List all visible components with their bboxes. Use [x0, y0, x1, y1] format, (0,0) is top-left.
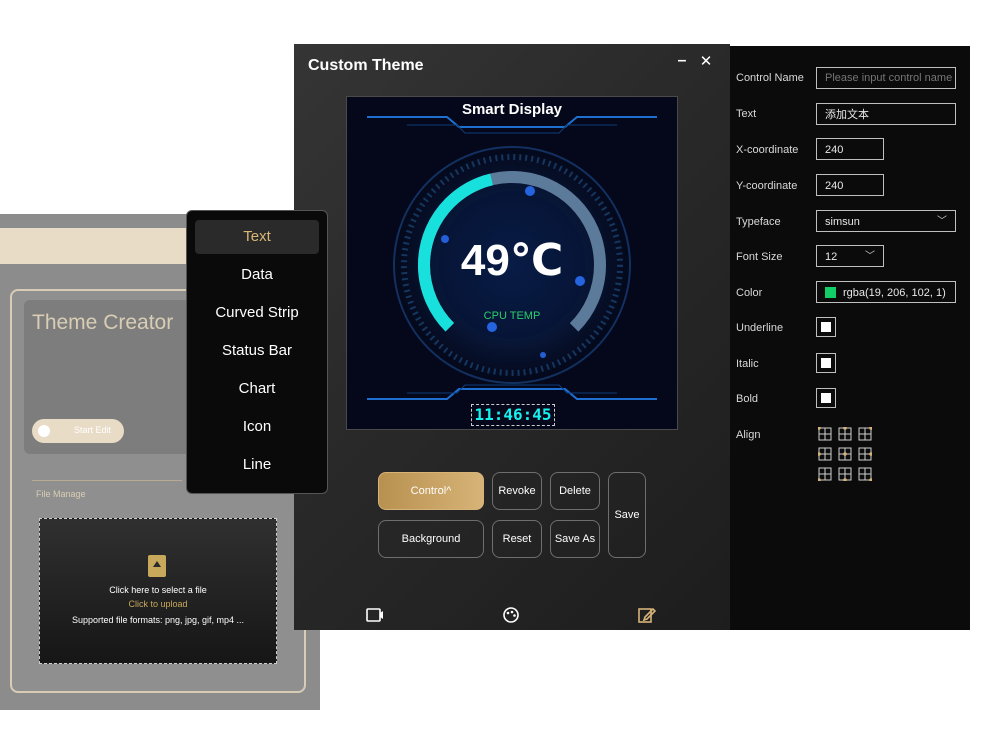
clock-text-control[interactable]: 11:46:45: [471, 404, 555, 426]
dropzone-select-text: Click here to select a file: [109, 585, 207, 595]
video-icon[interactable]: [366, 607, 384, 623]
smart-display-preview[interactable]: Smart Display 49℃ CPU TEMP 11:46:45: [346, 96, 678, 430]
menu-item-curved-strip[interactable]: Curved Strip: [195, 296, 319, 330]
italic-label: Italic: [736, 358, 759, 370]
file-dropzone[interactable]: Click here to select a file Click to upl…: [39, 518, 277, 664]
x-coordinate-label: X-coordinate: [736, 144, 799, 156]
control-name-input[interactable]: [816, 67, 956, 89]
color-label: Color: [736, 287, 763, 299]
properties-panel: Control Name Text 添加文本 X-coordinate 240 …: [730, 46, 970, 630]
close-button[interactable]: ✕: [698, 54, 714, 70]
minimize-button[interactable]: –: [674, 53, 690, 70]
delete-button[interactable]: Delete: [550, 472, 600, 510]
menu-item-icon[interactable]: Icon: [195, 410, 319, 444]
align-bottom-left-icon[interactable]: [818, 467, 832, 481]
temperature-readout[interactable]: 49℃: [447, 235, 577, 286]
cpu-temp-label[interactable]: CPU TEMP: [447, 310, 577, 322]
italic-checkbox[interactable]: [816, 353, 836, 373]
underline-checkbox[interactable]: [816, 317, 836, 337]
typeface-value: simsun: [825, 216, 860, 228]
align-label: Align: [736, 429, 761, 441]
align-middle-right-icon[interactable]: [858, 447, 872, 461]
control-name-label: Control Name: [736, 72, 804, 84]
y-coordinate-label: Y-coordinate: [736, 180, 798, 192]
control-button[interactable]: Control^: [378, 472, 484, 510]
file-manage-label: File Manage: [36, 489, 86, 499]
text-input[interactable]: 添加文本: [816, 103, 956, 125]
save-as-button[interactable]: Save As: [550, 520, 600, 558]
typeface-label: Typeface: [736, 216, 781, 228]
custom-theme-window: Custom Theme – ✕ Smart Display 49℃ CPU T…: [294, 44, 730, 630]
reset-button[interactable]: Reset: [492, 520, 542, 558]
control-type-menu: Text Data Curved Strip Status Bar Chart …: [186, 210, 328, 494]
align-bottom-center-icon[interactable]: [838, 467, 852, 481]
menu-item-status-bar[interactable]: Status Bar: [195, 334, 319, 368]
font-size-value: 12: [825, 251, 838, 263]
color-picker[interactable]: rgba(19, 206, 102, 1): [816, 281, 956, 303]
window-title: Custom Theme: [308, 57, 424, 74]
typeface-select[interactable]: simsun ﹀: [816, 210, 956, 232]
text-label: Text: [736, 108, 757, 120]
toggle-knob: [38, 425, 50, 437]
underline-label: Underline: [736, 322, 784, 334]
y-coordinate-input[interactable]: 240: [816, 174, 884, 196]
bold-checkbox[interactable]: [816, 388, 836, 408]
upload-file-icon: [148, 555, 166, 577]
color-swatch: [825, 287, 836, 298]
section-divider: [32, 480, 182, 481]
revoke-button[interactable]: Revoke: [492, 472, 542, 510]
dropzone-formats-text: Supported file formats: png, jpg, gif, m…: [71, 615, 245, 625]
edit-icon[interactable]: [638, 607, 656, 623]
align-middle-left-icon[interactable]: [818, 447, 832, 461]
align-top-left-icon[interactable]: [818, 427, 832, 441]
x-coordinate-input[interactable]: 240: [816, 138, 884, 160]
save-button[interactable]: Save: [608, 472, 646, 558]
menu-item-chart[interactable]: Chart: [195, 372, 319, 406]
control-button-label: Control: [410, 485, 447, 497]
background-button[interactable]: Background: [378, 520, 484, 558]
font-size-label: Font Size: [736, 251, 783, 263]
start-edit-label: Start Edit: [74, 425, 112, 435]
menu-item-line[interactable]: Line: [195, 448, 319, 482]
chevron-down-icon: ﹀: [865, 251, 875, 262]
menu-item-text[interactable]: Text: [195, 220, 319, 254]
display-title: Smart Display: [461, 101, 563, 118]
dropzone-upload-link[interactable]: Click to upload: [40, 599, 276, 609]
chevron-down-icon: ﹀: [937, 216, 947, 227]
bold-label: Bold: [736, 393, 759, 405]
start-edit-toggle[interactable]: Start Edit: [32, 419, 124, 443]
align-bottom-right-icon[interactable]: [858, 467, 872, 481]
font-size-select[interactable]: 12 ﹀: [816, 245, 884, 267]
align-grid: [818, 427, 876, 483]
align-middle-center-icon[interactable]: [838, 447, 852, 461]
menu-item-data[interactable]: Data: [195, 258, 319, 292]
color-value: rgba(19, 206, 102, 1): [843, 287, 946, 299]
chevron-up-icon: ^: [446, 485, 452, 497]
align-top-right-icon[interactable]: [858, 427, 872, 441]
palette-icon[interactable]: [502, 607, 520, 623]
align-top-center-icon[interactable]: [838, 427, 852, 441]
theme-creator-title: Theme Creator: [32, 311, 174, 334]
